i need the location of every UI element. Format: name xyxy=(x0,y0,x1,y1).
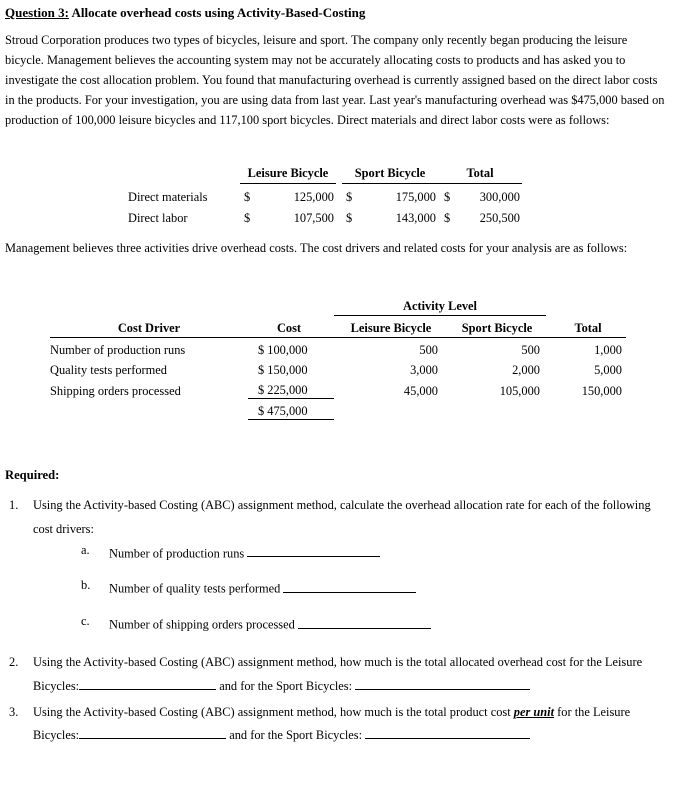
value-total-quality-tests: 5,000 xyxy=(594,363,622,377)
value-cost-production-runs: $ 100,000 xyxy=(258,343,308,357)
required-subitem-a: a. Number of production runs xyxy=(81,542,668,561)
total-row-spacer-leisure xyxy=(334,399,444,420)
header-spacer xyxy=(128,160,240,184)
required-subitem-list: a. Number of production runs b. Number o… xyxy=(33,542,668,631)
required-heading: Required: xyxy=(5,468,60,482)
table-row: Number of production runs $ 100,000 500 … xyxy=(50,338,626,359)
span-spacer-driver xyxy=(50,294,248,316)
required-item-3: 3. Using the Activity-based Costing (ABC… xyxy=(5,701,668,749)
subitem-letter-b: b. xyxy=(81,578,91,593)
value-labor-leisure: 107,500 xyxy=(293,211,334,225)
required-subitem-c: c. Number of shipping orders processed xyxy=(81,615,668,631)
direct-costs-table: Leisure Bicycle Sport Bicycle Total Dire… xyxy=(128,160,522,226)
currency-symbol-leisure: $ xyxy=(244,211,251,225)
total-row-spacer-total xyxy=(546,399,626,420)
required-item-2: 2. Using the Activity-based Costing (ABC… xyxy=(5,651,668,699)
subitem-text-c: Number of shipping orders processed xyxy=(109,617,295,632)
row-label-quality-tests: Quality tests performed xyxy=(50,363,167,377)
answer-blank-3-leisure[interactable] xyxy=(79,726,227,740)
value-total-production-runs: 1,000 xyxy=(594,343,622,357)
header-leisure-bicycle: Leisure Bicycle xyxy=(240,160,336,184)
value-cost-total: $ 475,000 xyxy=(248,398,334,420)
subitem-letter-c: c. xyxy=(81,614,90,629)
item-number-1: 1. xyxy=(9,498,19,512)
span-spacer-total xyxy=(546,294,626,316)
value-leisure-production-runs: 500 xyxy=(419,343,438,357)
answer-blank-3-sport[interactable] xyxy=(365,726,531,740)
value-sport-shipping-orders: 105,000 xyxy=(499,383,540,398)
intro-paragraph: Stroud Corporation produces two types of… xyxy=(5,33,665,128)
table-total-row: $ 475,000 xyxy=(50,398,626,420)
table-row: Quality tests performed $ 150,000 3,000 … xyxy=(50,358,626,378)
subitem-text-b: Number of quality tests performed xyxy=(109,581,281,596)
item-text-3-part3: and for the Sport Bicycles: xyxy=(226,728,366,743)
currency-symbol-leisure: $ xyxy=(244,190,251,204)
subitem-letter-a: a. xyxy=(81,542,90,557)
currency-symbol-sport: $ xyxy=(346,190,353,204)
required-item-1: 1. Using the Activity-based Costing (ABC… xyxy=(5,494,668,631)
row-label-production-runs: Number of production runs xyxy=(50,343,186,357)
answer-blank-2-leisure[interactable] xyxy=(79,676,217,690)
span-spacer-cost xyxy=(248,294,334,316)
required-subitem-b: b. Number of quality tests performed xyxy=(81,579,668,595)
currency-symbol-total: $ xyxy=(444,190,451,204)
item-number-2: 2. xyxy=(9,655,19,670)
cost-drivers-table: Activity Level Cost Driver Cost Leisure … xyxy=(50,294,626,420)
item-text-3-emphasis: per unit xyxy=(513,704,555,719)
row-label-shipping-orders: Shipping orders processed xyxy=(50,383,181,398)
mid-paragraph: Management believes three activities dri… xyxy=(5,241,628,255)
table-header-row: Leisure Bicycle Sport Bicycle Total xyxy=(128,160,522,184)
required-question-list: 1. Using the Activity-based Costing (ABC… xyxy=(5,494,668,750)
item-text-2-part2: and for the Sport Bicycles: xyxy=(216,678,356,693)
item-number-3: 3. xyxy=(9,704,19,719)
total-row-spacer-sport xyxy=(444,399,546,420)
table-header-row: Cost Driver Cost Leisure Bicycle Sport B… xyxy=(50,315,626,338)
value-materials-leisure: 125,000 xyxy=(293,190,334,204)
header-sport-bicycle: Sport Bicycle xyxy=(342,160,438,184)
answer-blank-2-sport[interactable] xyxy=(355,676,531,690)
header-cost: Cost xyxy=(248,315,334,338)
currency-symbol-sport: $ xyxy=(346,211,353,225)
table-row: Direct materials $ 125,000 $ 175,000 $ 3… xyxy=(128,184,522,206)
item-text-3-part1: Using the Activity-based Costing (ABC) a… xyxy=(33,704,514,719)
answer-blank-1c[interactable] xyxy=(297,615,431,629)
value-labor-sport: 143,000 xyxy=(395,211,436,225)
value-sport-production-runs: 500 xyxy=(521,343,540,357)
row-label-direct-materials: Direct materials xyxy=(128,190,208,204)
subitem-text-a: Number of production runs xyxy=(109,546,245,561)
header-total: Total xyxy=(546,315,626,338)
table-row: Direct labor $ 107,500 $ 143,000 $ 250,5… xyxy=(128,205,522,226)
header-cost-driver: Cost Driver xyxy=(50,315,248,338)
value-cost-shipping-orders: $ 225,000 xyxy=(248,378,334,399)
value-leisure-shipping-orders: 45,000 xyxy=(403,383,438,398)
value-sport-quality-tests: 2,000 xyxy=(512,363,540,377)
page-title: Question 3: Allocate overhead costs usin… xyxy=(5,5,365,21)
header-leisure-bicycle: Leisure Bicycle xyxy=(334,315,444,338)
question-label: Question 3: xyxy=(5,5,69,20)
table-span-header-row: Activity Level xyxy=(50,294,626,316)
answer-blank-1b[interactable] xyxy=(283,579,417,593)
row-label-direct-labor: Direct labor xyxy=(128,211,188,225)
table-row: Shipping orders processed $ 225,000 45,0… xyxy=(50,378,626,399)
currency-symbol-total: $ xyxy=(444,211,451,225)
item-text-1: Using the Activity-based Costing (ABC) a… xyxy=(33,498,651,536)
header-total: Total xyxy=(438,160,522,184)
value-labor-total: 250,500 xyxy=(479,211,520,225)
answer-blank-1a[interactable] xyxy=(247,544,381,558)
value-materials-sport: 175,000 xyxy=(395,190,436,204)
value-materials-total: 300,000 xyxy=(479,190,520,204)
header-sport-bicycle: Sport Bicycle xyxy=(444,315,546,338)
total-row-spacer xyxy=(50,399,248,420)
question-title: Allocate overhead costs using Activity-B… xyxy=(68,5,366,20)
value-leisure-quality-tests: 3,000 xyxy=(410,363,438,377)
header-activity-level: Activity Level xyxy=(334,294,546,316)
value-total-shipping-orders: 150,000 xyxy=(581,383,622,398)
document-page: Question 3: Allocate overhead costs usin… xyxy=(0,0,673,800)
value-cost-quality-tests: $ 150,000 xyxy=(258,363,308,377)
